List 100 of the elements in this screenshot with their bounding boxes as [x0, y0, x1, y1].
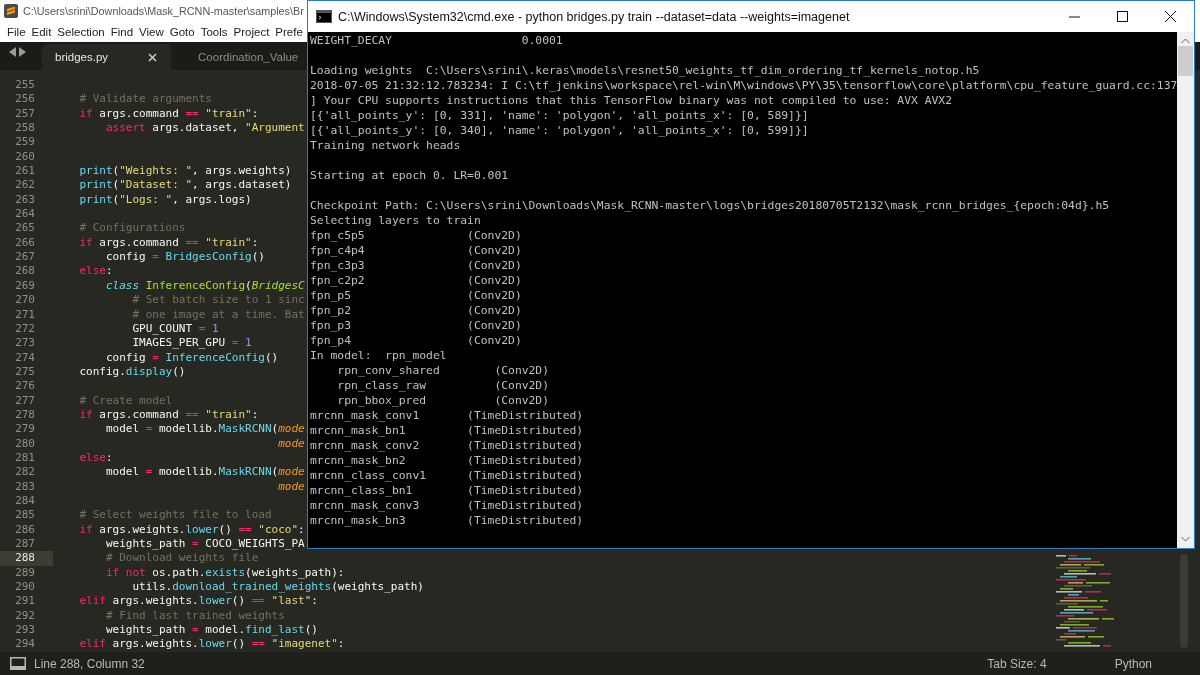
- left-arrow-icon[interactable]: [9, 46, 16, 57]
- line-number: 261: [14, 164, 36, 179]
- line-number: 279: [14, 422, 36, 437]
- line-number: 273: [14, 336, 36, 351]
- close-icon: [1164, 11, 1176, 22]
- console-line: Training network heads: [310, 138, 461, 153]
- code-line: elif args.weights.lower() == "imagenet":: [78, 637, 345, 652]
- code-line: else:: [78, 450, 113, 466]
- code-line: weights_path = COCO_WEIGHTS_PA: [104, 537, 305, 552]
- line-number: 260: [14, 149, 36, 165]
- line-number: 271: [14, 307, 36, 322]
- maximize-icon: [1116, 11, 1128, 22]
- scroll-thumb[interactable]: [1178, 46, 1193, 76]
- menu-item[interactable]: Find: [107, 26, 137, 38]
- menu-item[interactable]: Tools: [197, 26, 231, 38]
- menu-item[interactable]: Selection: [54, 26, 108, 38]
- menu-item[interactable]: View: [136, 26, 167, 38]
- syntax-label[interactable]: Python: [1114, 656, 1152, 671]
- line-number: 284: [14, 493, 36, 509]
- line-number: 280: [14, 436, 36, 451]
- console-line: fpn_p2 (Conv2D): [310, 303, 522, 318]
- line-number: 266: [14, 235, 36, 251]
- console-line: fpn_c2p2 (Conv2D): [310, 273, 522, 288]
- line-number: 258: [14, 121, 36, 136]
- code-line: if not os.path.exists(weights_path):: [104, 565, 345, 581]
- line-number: 292: [14, 608, 36, 624]
- console-line: fpn_c3p3 (Conv2D): [310, 258, 522, 273]
- code-line: IMAGES_PER_GPU = 1: [131, 336, 252, 351]
- line-number: 274: [14, 350, 36, 365]
- code-line: config.display(): [78, 364, 186, 380]
- console-line: rpn_conv_shared (Conv2D): [336, 363, 550, 378]
- tab[interactable]: bridges.py: [42, 44, 172, 70]
- code-line: # Select weights file to load: [78, 508, 272, 523]
- console-title: C:\Windows\System32\cmd.exe - python bridges.py train --dataset=data --weights=imagenet: [338, 9, 851, 24]
- console-line: fpn_p3 (Conv2D): [310, 318, 522, 333]
- tab-size-label[interactable]: Tab Size: 4: [987, 656, 1047, 671]
- menu-item[interactable]: Project: [230, 26, 273, 38]
- console-line: Checkpoint Path: C:\Users\srini\Downloads\Mask_RCNN-master\logs\bridges20180705T2132\mask_rcnn_bridges_{epoch:04d}.h5: [310, 198, 1110, 213]
- line-number: 270: [14, 293, 36, 308]
- console-line: WEIGHT_DECAY 0.0001: [310, 33, 563, 48]
- line-number: 291: [14, 594, 36, 609]
- code-line: weights_path = model.find_last(): [104, 623, 318, 638]
- line-number: 257: [14, 106, 36, 122]
- panel-icon[interactable]: [10, 657, 26, 670]
- code-line: elif args.weights.lower() == "last":: [78, 594, 318, 609]
- code-line: print("Weights: ", args.weights): [78, 164, 292, 179]
- close-icon[interactable]: [148, 52, 158, 62]
- line-number: 269: [14, 278, 36, 294]
- line-number: 262: [14, 178, 36, 193]
- console-icon: [316, 10, 332, 23]
- menu-item[interactable]: Goto: [166, 26, 198, 38]
- line-number: 276: [14, 379, 36, 394]
- code-line: utils.download_trained_weights(weights_path): [131, 580, 424, 595]
- menu-item[interactable]: File: [4, 26, 29, 38]
- menu-item[interactable]: Prefe: [272, 26, 306, 38]
- line-number: 293: [14, 623, 36, 638]
- line-number: 282: [14, 465, 36, 480]
- code-line: GPU_COUNT = 1: [131, 321, 219, 337]
- window-title: C:\Users\srini\Downloads\Mask_RCNN-master\samples\Br: [23, 5, 304, 17]
- line-number: 272: [14, 321, 36, 337]
- code-line: mode: [277, 436, 305, 451]
- line-number: 289: [14, 565, 36, 581]
- code-line: mode: [277, 479, 305, 494]
- code-line: # Create model: [78, 393, 173, 408]
- line-number: 290: [14, 580, 36, 595]
- console-line: mrcnn_mask_bn2 (TimeDistributed): [310, 453, 584, 468]
- line-number: 255: [14, 78, 36, 93]
- right-arrow-icon[interactable]: [19, 46, 26, 57]
- line-number: 264: [14, 207, 36, 222]
- console-line: [{'all_points_y': [0, 331], 'name': 'polygon', 'all_points_x': [0, 589]}]: [310, 108, 809, 123]
- console-line: [{'all_points_y': [0, 340], 'name': 'polygon', 'all_points_x': [0, 599]}]: [310, 123, 809, 138]
- console-line: mrcnn_class_bn1 (TimeDistributed): [310, 483, 584, 498]
- line-number: 256: [14, 92, 36, 107]
- line-number: 286: [14, 522, 36, 537]
- code-line: config = InferenceConfig(): [104, 350, 279, 365]
- line-number: 287: [14, 537, 36, 552]
- console-line: fpn_c4p4 (Conv2D): [310, 243, 522, 258]
- scroll-down-icon[interactable]: [1181, 536, 1190, 542]
- console-line: In model: rpn_model: [310, 348, 447, 363]
- line-number: 265: [14, 221, 36, 236]
- console-line: fpn_c5p5 (Conv2D): [310, 228, 522, 243]
- code-line: if args.command == "train":: [78, 407, 259, 423]
- scroll-up-icon[interactable]: [1181, 38, 1190, 44]
- console-line: fpn_p5 (Conv2D): [310, 288, 522, 303]
- code-line: if args.command == "train":: [78, 106, 259, 122]
- code-line: # one image at a time. Bat: [131, 307, 305, 322]
- console-line: Loading weights C:\Users\srini\.keras\models\resnet50_weights_tf_dim_ordering_tf_kernels_notop.h5: [310, 63, 980, 78]
- console-line: mrcnn_mask_conv2 (TimeDistributed): [310, 438, 584, 453]
- line-number: 275: [14, 364, 36, 380]
- console-line: mrcnn_mask_conv3 (TimeDistributed): [310, 498, 584, 513]
- code-line: print("Logs: ", args.logs): [78, 192, 252, 208]
- console-line: 2018-07-05 21:32:12.783234: I C:\tf_jenkins\workspace\rel-win\M\windows\PY\35\tensorflow\core\platform\cpu_feature_guard.cc:137: [310, 78, 1177, 93]
- menu-item[interactable]: Edit: [28, 26, 55, 38]
- line-number: 285: [14, 508, 36, 523]
- line-number: 259: [14, 135, 36, 150]
- line-number: 278: [14, 407, 36, 423]
- line-number: 281: [14, 450, 36, 466]
- code-line: model = modellib.MaskRCNN(mode: [104, 465, 305, 480]
- code-line: else:: [78, 264, 113, 279]
- scrollbar[interactable]: [1177, 32, 1194, 548]
